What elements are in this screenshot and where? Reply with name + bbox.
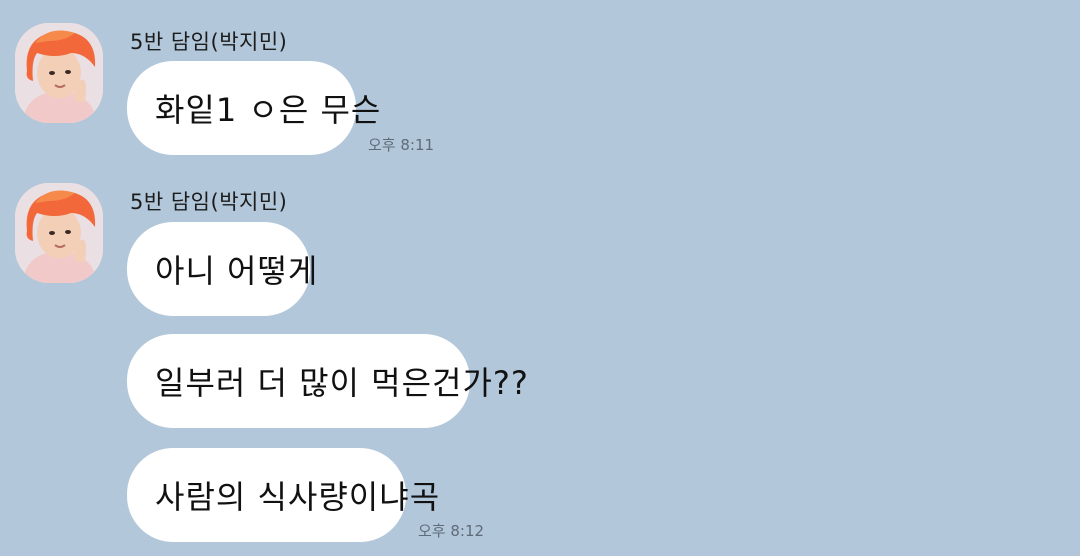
sender-name: 5반 담임(박지민) xyxy=(130,30,288,54)
message-text: 일부러 더 많이 먹은건가?? xyxy=(155,364,529,402)
message-bubble[interactable]: 사람의 식사량이냐곡 xyxy=(127,448,439,542)
message-timestamp: 오후 8:12 xyxy=(418,522,485,540)
chat-area: 5반 담임(박지민) 화잍1 ㅇ은 무슨 오후 8:11 5반 담임(박지민) … xyxy=(0,0,1080,556)
message-bubble[interactable]: 화잍1 ㅇ은 무슨 xyxy=(127,61,380,155)
message-text: 화잍1 ㅇ은 무슨 xyxy=(155,91,382,129)
sender-name: 5반 담임(박지민) xyxy=(130,190,288,214)
message-bubble[interactable]: 일부러 더 많이 먹은건가?? xyxy=(127,334,528,428)
message-text: 사람의 식사량이냐곡 xyxy=(155,478,441,516)
profile-photo-icon xyxy=(15,23,103,123)
profile-avatar[interactable] xyxy=(15,183,103,283)
message-timestamp: 오후 8:11 xyxy=(368,136,435,154)
profile-photo-icon xyxy=(15,183,103,283)
profile-avatar[interactable] xyxy=(15,23,103,123)
message-text: 아니 어떻게 xyxy=(155,252,319,290)
message-bubble[interactable]: 아니 어떻게 xyxy=(127,222,317,316)
